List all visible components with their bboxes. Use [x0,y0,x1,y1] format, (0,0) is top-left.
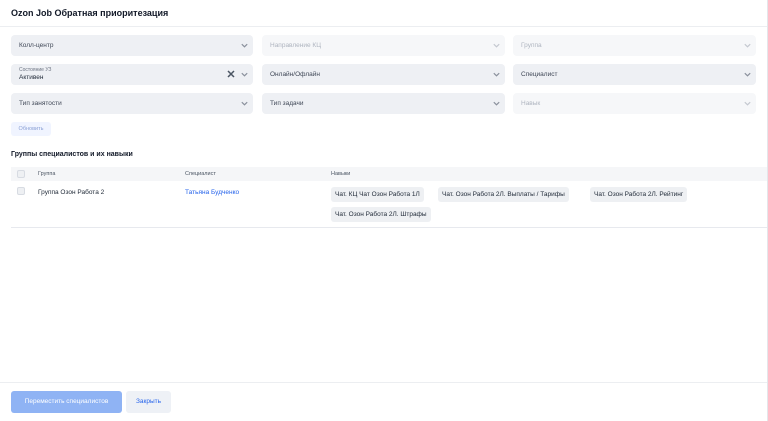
page-header: Ozon Job Обратная приоритезация [0,0,768,27]
skill-chip: Чат. Озон Работа 2Л. Выплаты / Тарифы [438,187,569,202]
column-header-skills: Навыки [331,171,351,177]
online-offline-label: Онлайн/Офлайн [270,71,320,78]
employment-type-select[interactable]: Тип занятости [11,93,253,114]
online-offline-select[interactable]: Онлайн/Офлайн [262,64,505,85]
table-header: Группа Специалист Навыки [11,167,768,181]
direction-label: Направление КЦ [270,42,322,49]
skill-chip: Чат. Озон Работа 2Л. Рейтинг [590,187,688,202]
move-specialists-button[interactable]: Переместить специалистов [11,391,122,413]
call-center-label: Колл-центр [19,42,54,49]
chevron-down-icon [240,99,249,108]
account-status-value: Активен [19,74,44,81]
chevron-down-icon [492,99,501,108]
specialist-label: Специалист [521,71,558,78]
skill-select[interactable]: Навык [513,93,756,114]
group-cell: Группа Озон Работа 2 [38,189,105,196]
page-title: Ozon Job Обратная приоритезация [11,8,169,18]
account-status-select[interactable]: Состояние УЗ Активен [11,64,253,85]
group-label: Группа [521,42,542,49]
specialist-link[interactable]: Татьяна Будченко [185,189,239,196]
direction-select[interactable]: Направление КЦ [262,35,505,56]
table-row: Группа Озон Работа 2 Татьяна Будченко Ча… [11,181,768,228]
employment-type-label: Тип занятости [19,100,62,107]
skill-chip: Чат. КЦ Чат Озон Работа 1Л [331,187,424,202]
section-title: Группы специалистов и их навыки [11,151,133,158]
refresh-button[interactable]: Обновить [11,122,51,136]
chevron-down-icon [240,70,249,79]
row-checkbox[interactable] [17,187,25,195]
footer-divider [0,382,768,383]
chevron-down-icon [743,70,752,79]
chevron-down-icon [492,70,501,79]
close-button[interactable]: Закрыть [126,391,171,413]
task-type-label: Тип задачи [270,100,304,107]
clear-icon[interactable] [226,69,236,79]
chevron-down-icon [743,99,752,108]
account-status-label: Состояние УЗ [19,67,52,73]
column-header-group: Группа [38,171,56,177]
skill-chip: Чат. Озон Работа 2Л. Штрафы [331,207,431,222]
chevron-down-icon [240,41,249,50]
column-header-specialist: Специалист [185,171,216,177]
call-center-select[interactable]: Колл-центр [11,35,253,56]
task-type-select[interactable]: Тип задачи [262,93,505,114]
chevron-down-icon [743,41,752,50]
chevron-down-icon [492,41,501,50]
select-all-checkbox[interactable] [17,170,25,178]
specialist-select[interactable]: Специалист [513,64,756,85]
group-select[interactable]: Группа [513,35,756,56]
skill-label: Навык [521,100,541,107]
